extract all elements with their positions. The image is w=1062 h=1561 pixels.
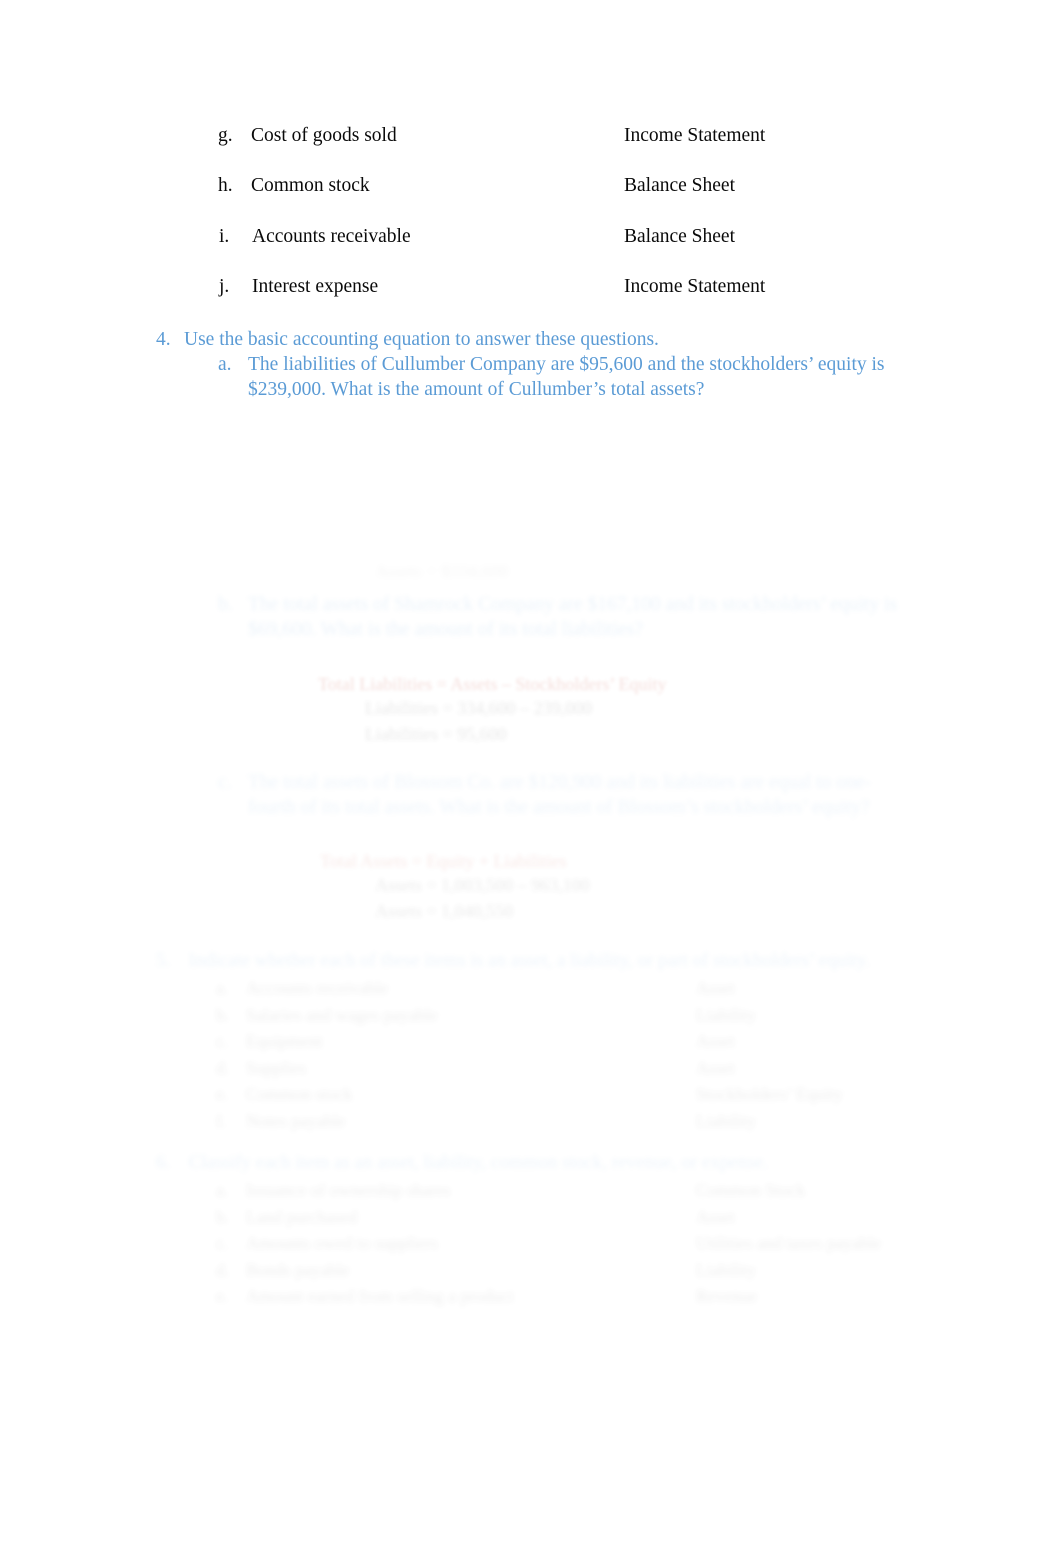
question-5-list: a. Accounts receivable Asset b. Salaries… xyxy=(216,975,843,1135)
list-item-label: Amounts owed to suppliers xyxy=(246,1233,439,1254)
list-item-marker: f. xyxy=(216,1110,227,1131)
list-item: f. Notes payable Liability xyxy=(216,1108,843,1135)
formula-4b-step2: Liabilities = 95,600 xyxy=(365,724,507,745)
list-item-label: Accounts receivable xyxy=(246,978,389,998)
list-item-answer: Stockholders’ Equity xyxy=(696,1084,843,1105)
list-item-marker: d. xyxy=(216,1259,230,1280)
list-item: e. Common stock Stockholders’ Equity xyxy=(216,1081,843,1108)
question-6-marker: 6. xyxy=(156,1152,171,1173)
question-5-text: Indicate whether each of these items is … xyxy=(188,950,870,971)
list-item: a. Accounts receivable Asset xyxy=(216,975,843,1002)
question-4a-line2: $239,000. What is the amount of Cullumbe… xyxy=(248,379,705,401)
list-item-label: Notes payable xyxy=(246,1110,346,1131)
list-item-marker: d. xyxy=(216,1057,230,1078)
question-4b-line1: The total assets of Shamrock Company are… xyxy=(248,594,897,615)
formula-4c-equation: Total Assets = Equity + Liabilities xyxy=(320,851,567,871)
question-4c-marker: c. xyxy=(218,772,232,793)
list-item-label: Interest expense xyxy=(252,276,379,297)
list-item-label: Equipment xyxy=(246,1031,323,1052)
list-item-answer: Liability xyxy=(696,1004,757,1025)
question-4a-answer-ghost: Assets = $334,600 xyxy=(375,558,509,584)
question-5-marker: 5. xyxy=(156,950,171,971)
question-6: 6. Classify each item as an asset, liabi… xyxy=(156,1151,768,1175)
list-item: a. Issuance of ownership shares Common S… xyxy=(216,1177,881,1204)
formula-4b-step1: Liabilities = 334,600 – 239,000 xyxy=(365,698,593,718)
list-item: c. Amounts owed to suppliers Utilities a… xyxy=(216,1230,881,1257)
list-item: g. Cost of goods sold xyxy=(218,124,397,148)
list-item-marker: b. xyxy=(216,1004,230,1025)
list-item-answer: Income Statement xyxy=(624,276,766,297)
list-item-marker: c. xyxy=(216,1031,229,1052)
list-item-label: Common stock xyxy=(251,175,370,196)
list-item: d. Bonds payable Liability xyxy=(216,1257,881,1284)
list-item-marker: c. xyxy=(216,1233,229,1254)
formula-4c-step2: Assets = 1,040,550 xyxy=(375,901,514,922)
question-6-list: a. Issuance of ownership shares Common S… xyxy=(216,1177,881,1310)
list-item-answer: Asset xyxy=(696,978,735,998)
list-item-answer: Liability xyxy=(696,1259,757,1280)
question-4a-line1: The liabilities of Cullumber Company are… xyxy=(248,354,885,375)
document-page: g. Cost of goods sold Income Statement h… xyxy=(0,0,1062,1561)
list-item: b. Land purchased Asset xyxy=(216,1204,881,1231)
question-4b-line2: $69,600. What is the amount of its total… xyxy=(248,619,643,641)
list-item-marker: i. xyxy=(219,226,230,247)
list-item-marker: g. xyxy=(218,125,233,146)
list-item: d. Supplies Asset xyxy=(216,1055,843,1082)
question-4-marker: 4. xyxy=(156,329,171,350)
list-item: b. Salaries and wages payable Liability xyxy=(216,1002,843,1029)
formula-4c-step1: Assets = 1,003,500 – 963,100 xyxy=(375,875,590,895)
list-item-label: Cost of goods sold xyxy=(251,125,397,146)
list-item-label: Amount earned from selling a product xyxy=(246,1286,514,1307)
list-item-label: Supplies xyxy=(246,1057,307,1078)
list-item-label: Accounts receivable xyxy=(252,226,411,247)
question-4a: a. The liabilities of Cullumber Company … xyxy=(218,352,898,403)
question-5: 5. Indicate whether each of these items … xyxy=(156,949,870,973)
list-item-marker: e. xyxy=(216,1084,229,1105)
list-item-label: Bonds payable xyxy=(246,1259,350,1280)
question-4c: c. The total assets of Blossom Co. are $… xyxy=(218,770,898,821)
list-item-label: Land purchased xyxy=(246,1206,358,1227)
list-item: j. Interest expense xyxy=(219,275,378,299)
question-4b: b. The total assets of Shamrock Company … xyxy=(218,592,898,643)
question-6-text: Classify each item as an asset, liabilit… xyxy=(188,1152,768,1173)
question-4c-line2: its total assets. What is the amount of … xyxy=(321,797,870,819)
list-item: e. Amount earned from selling a product … xyxy=(216,1283,881,1310)
list-item-marker: b. xyxy=(216,1206,230,1227)
list-item-label: Issuance of ownership shares xyxy=(246,1180,451,1200)
list-item-answer: Asset xyxy=(696,1206,735,1227)
list-item-marker: a. xyxy=(216,1180,229,1200)
question-4: 4. Use the basic accounting equation to … xyxy=(156,328,659,353)
list-item-marker: e. xyxy=(216,1286,229,1307)
list-item-answer: Income Statement xyxy=(624,125,766,146)
list-item: h. Common stock xyxy=(218,174,370,198)
list-item-marker: a. xyxy=(216,978,229,998)
list-item-answer: Utilities and taxes payable xyxy=(696,1233,882,1254)
question-4-text: Use the basic accounting equation to ans… xyxy=(184,329,659,350)
list-item-label: Common stock xyxy=(246,1084,353,1105)
list-item-marker: j. xyxy=(219,276,230,297)
list-item: c. Equipment Asset xyxy=(216,1028,843,1055)
list-item-answer: Revenue xyxy=(696,1286,758,1307)
list-item-answer: Asset xyxy=(696,1057,735,1078)
list-item-label: Salaries and wages payable xyxy=(246,1004,438,1025)
question-4b-marker: b. xyxy=(218,594,233,615)
list-item-answer: Balance Sheet xyxy=(624,226,735,247)
formula-4b-equation: Total Liabilities = Assets – Stockholder… xyxy=(318,674,667,694)
list-item-marker: h. xyxy=(218,175,233,196)
list-item: i. Accounts receivable xyxy=(219,225,411,249)
list-item-answer: Asset xyxy=(696,1031,735,1052)
question-4a-marker: a. xyxy=(218,354,232,375)
list-item-answer: Common Stock xyxy=(696,1180,806,1200)
list-item-answer: Liability xyxy=(696,1110,757,1131)
list-item-answer: Balance Sheet xyxy=(624,175,735,196)
formula-4c-steps: Assets = 1,003,500 – 963,100 Assets = 1,… xyxy=(375,872,590,924)
formula-4b-steps: Liabilities = 334,600 – 239,000 Liabilit… xyxy=(365,695,592,747)
